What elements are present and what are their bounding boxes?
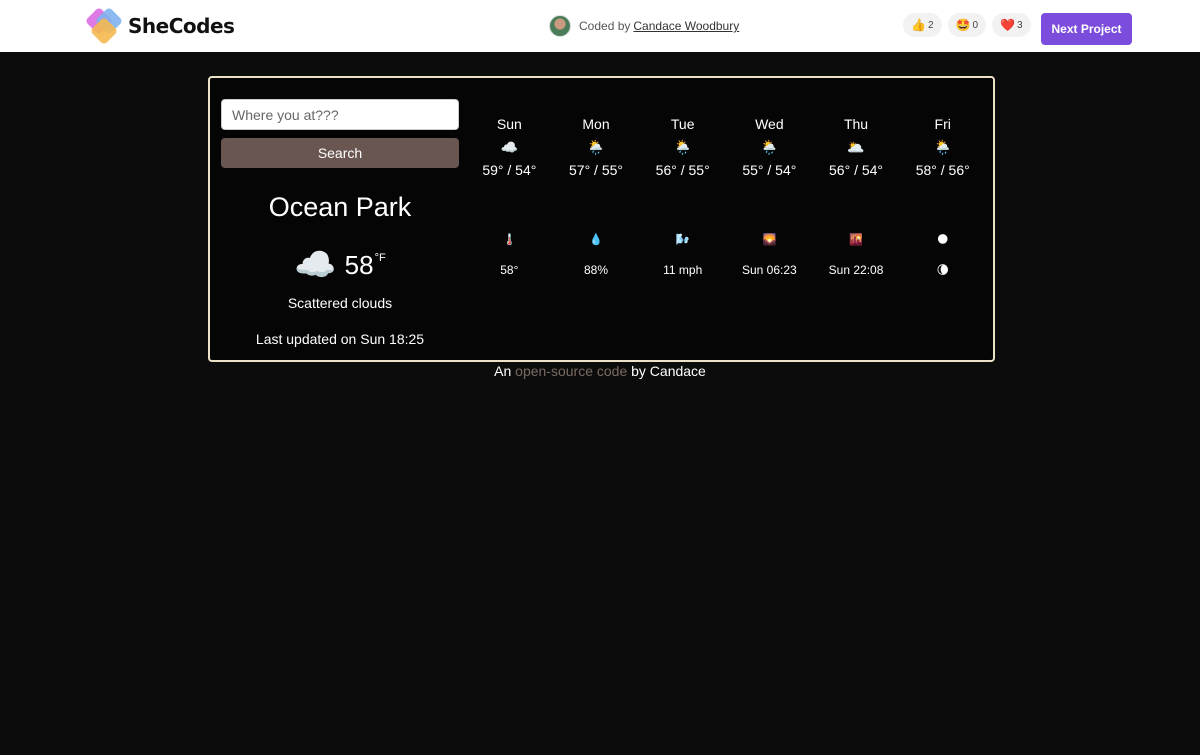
reaction-count: 0 bbox=[972, 19, 979, 31]
forecast-range: 55° / 54° bbox=[742, 162, 797, 178]
feels-like-detail: 🌡️ 58° bbox=[466, 230, 553, 278]
sunrise-icon: 🌄 bbox=[762, 234, 777, 246]
forecast-range: 59° / 54° bbox=[482, 162, 537, 178]
reaction-count: 3 bbox=[1016, 19, 1023, 31]
forecast-day: Wed 🌦️ 55° / 54° bbox=[726, 114, 813, 194]
coded-by-prefix: Coded by bbox=[579, 19, 631, 33]
next-project-button[interactable]: Next Project bbox=[1041, 13, 1132, 45]
forecast-day-name: Fri bbox=[934, 116, 951, 132]
footer-prefix: An bbox=[494, 363, 512, 379]
sunset-detail: 🌇 Sun 22:08 bbox=[813, 230, 900, 278]
forecast-range: 57° / 55° bbox=[569, 162, 624, 178]
forecast-day: Thu 🌥️ 56° / 54° bbox=[813, 114, 900, 194]
moon-phase-detail: 🌑 🌘 bbox=[899, 230, 986, 278]
forecast-day: Fri 🌦️ 58° / 56° bbox=[899, 114, 986, 194]
shecodes-logo[interactable]: SheCodes bbox=[84, 6, 235, 46]
sun-behind-cloud-icon: 🌥️ bbox=[847, 139, 865, 155]
thumbs-up-icon: 👍 bbox=[911, 18, 926, 32]
forecast-day: Sun ☁️ 59° / 54° bbox=[466, 114, 553, 194]
forecast-day-name: Wed bbox=[755, 116, 784, 132]
forecast-day-name: Thu bbox=[843, 116, 869, 132]
new-moon-icon: 🌑 bbox=[936, 234, 949, 246]
city-name: Ocean Park bbox=[268, 192, 412, 222]
wind-icon: 🌬️ bbox=[675, 234, 690, 246]
sunrise-detail: 🌄 Sun 06:23 bbox=[726, 230, 813, 278]
forecast-day-name: Tue bbox=[670, 116, 695, 132]
coded-by: Coded by Candace Woodbury bbox=[549, 14, 739, 38]
cloud-icon: ☁️ bbox=[294, 246, 337, 284]
current-weather: ☁️ 58 °F bbox=[221, 248, 459, 282]
sunset-icon: 🌇 bbox=[849, 234, 863, 246]
sunrise-value: Sun 06:23 bbox=[741, 263, 797, 277]
weather-details: 🌡️ 58° 💧 88% 🌬️ 11 mph 🌄 Sun 06:23 🌇 Sun… bbox=[466, 230, 986, 278]
temperature-unit[interactable]: °F bbox=[375, 252, 386, 264]
sun-rain-cloud-icon: 🌦️ bbox=[587, 139, 605, 155]
forecast-range: 56° / 54° bbox=[829, 162, 884, 178]
humidity-detail: 💧 88% bbox=[553, 230, 640, 278]
forecast-range: 58° / 56° bbox=[915, 162, 970, 178]
sun-rain-cloud-icon: 🌦️ bbox=[673, 139, 692, 155]
droplet-icon: 💧 bbox=[589, 234, 603, 246]
heart-icon: ❤️ bbox=[1000, 18, 1015, 32]
city-search-input[interactable] bbox=[221, 99, 459, 130]
forecast-day-name: Mon bbox=[582, 116, 610, 132]
sun-rain-cloud-icon: 🌦️ bbox=[760, 139, 779, 155]
forecast-day-name: Sun bbox=[496, 116, 522, 132]
search-button[interactable]: Search bbox=[221, 138, 459, 168]
author-link[interactable]: Candace Woodbury bbox=[633, 19, 739, 33]
forecast-range: 56° / 55° bbox=[655, 162, 710, 178]
author-avatar bbox=[549, 15, 571, 37]
open-source-link[interactable]: open-source code bbox=[515, 363, 627, 379]
footer: An open-source code by Candace bbox=[0, 363, 1200, 379]
forecast: Sun ☁️ 59° / 54° Mon 🌦️ 57° / 55° Tue 🌦️… bbox=[466, 114, 986, 194]
shecodes-logo-icon bbox=[84, 6, 126, 46]
cloud-icon: ☁️ bbox=[500, 139, 519, 155]
footer-suffix: by Candace bbox=[631, 363, 706, 379]
wind-value: 11 mph bbox=[663, 263, 703, 277]
forecast-day: Tue 🌦️ 56° / 55° bbox=[639, 114, 726, 194]
last-updated: Last updated on Sun 18:25 bbox=[255, 331, 425, 347]
reactions: 👍 2 🤩 0 ❤️ 3 bbox=[903, 13, 1031, 37]
humidity-value: 88% bbox=[583, 263, 609, 277]
wind-detail: 🌬️ 11 mph bbox=[639, 230, 726, 278]
star-struck-icon: 🤩 bbox=[955, 18, 971, 32]
heart-reaction[interactable]: ❤️ 3 bbox=[992, 13, 1031, 37]
star-struck-reaction[interactable]: 🤩 0 bbox=[947, 13, 987, 37]
sun-rain-cloud-icon: 🌦️ bbox=[933, 139, 952, 155]
current-temperature: 58 bbox=[344, 249, 374, 280]
logo-text: SheCodes bbox=[128, 14, 235, 38]
thumbs-up-reaction[interactable]: 👍 2 bbox=[903, 13, 942, 37]
thermometer-icon: 🌡️ bbox=[502, 234, 517, 246]
reaction-count: 2 bbox=[927, 19, 934, 31]
feels-like-value: 58° bbox=[500, 263, 519, 277]
weather-description: Scattered clouds bbox=[287, 295, 393, 311]
weather-card: Search Ocean Park ☁️ 58 °F Scattered clo… bbox=[208, 76, 995, 362]
waning-crescent-moon-icon: 🌘 bbox=[936, 263, 949, 277]
sunset-value: Sun 22:08 bbox=[828, 263, 884, 277]
top-bar: SheCodes Coded by Candace Woodbury 👍 2 🤩… bbox=[0, 0, 1200, 52]
forecast-day: Mon 🌦️ 57° / 55° bbox=[553, 114, 640, 194]
